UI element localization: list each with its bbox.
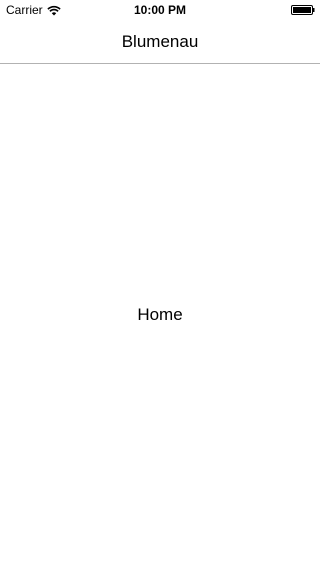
- navigation-bar: Blumenau: [0, 20, 320, 64]
- clock: 10:00 PM: [133, 3, 187, 17]
- status-bar: Carrier 10:00 PM: [0, 0, 320, 20]
- app-screen: Carrier 10:00 PM Blumenau Home: [0, 0, 320, 568]
- battery-icon: [291, 5, 315, 15]
- nav-title: Blumenau: [121, 32, 199, 51]
- home-label: Home: [137, 305, 183, 324]
- main-content: Home: [0, 64, 320, 568]
